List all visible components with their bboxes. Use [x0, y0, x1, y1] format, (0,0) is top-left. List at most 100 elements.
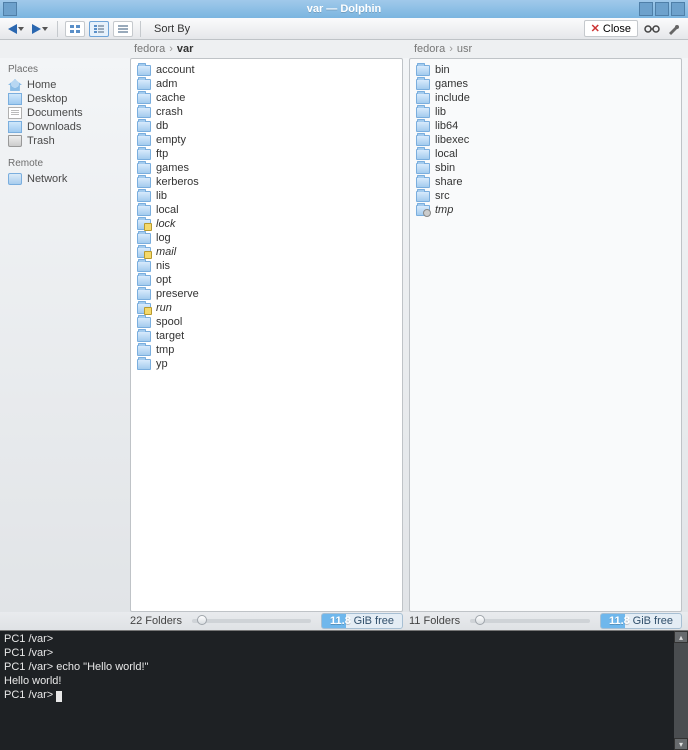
folder-item[interactable]: lib64	[416, 119, 675, 133]
sort-by-menu[interactable]: Sort By	[154, 23, 190, 35]
folder-item[interactable]: tmp	[416, 203, 675, 217]
zoom-thumb[interactable]	[197, 615, 207, 625]
folder-item[interactable]: adm	[137, 77, 396, 91]
folder-item[interactable]: nis	[137, 259, 396, 273]
pane-left: accountadmcachecrashdbempty ftpgameskerbe…	[130, 58, 403, 612]
folder-item[interactable]: share	[416, 175, 675, 189]
folder-name: lock	[156, 218, 176, 230]
folder-item[interactable]: libexec	[416, 133, 675, 147]
folder-item[interactable]: include	[416, 91, 675, 105]
sidebar-item-documents[interactable]: Documents	[6, 106, 124, 120]
folder-item[interactable]: preserve	[137, 287, 396, 301]
folder-name: target	[156, 330, 184, 342]
folder-item[interactable]: yp	[137, 357, 396, 371]
sidebar-item-label: Trash	[27, 135, 55, 147]
folder-item[interactable]: src	[416, 189, 675, 203]
window-close-button[interactable]	[671, 2, 685, 16]
folder-item[interactable]: empty	[137, 133, 396, 147]
zoom-slider-left[interactable]	[192, 619, 311, 623]
terminal-scrollbar[interactable]: ▴ ▾	[674, 631, 688, 750]
folder-name: lib	[156, 190, 167, 202]
desktop-icon	[8, 93, 22, 105]
folder-icon	[137, 359, 151, 370]
close-label: Close	[603, 23, 631, 35]
crumb-current[interactable]: usr	[457, 43, 472, 55]
folder-item[interactable]: cache	[137, 91, 396, 105]
zoom-thumb[interactable]	[475, 615, 485, 625]
folder-item[interactable]: lib	[137, 189, 396, 203]
sidebar-item-trash[interactable]: Trash	[6, 134, 124, 148]
folder-item[interactable]: target	[137, 329, 396, 343]
breadcrumb-left[interactable]: fedora › var	[130, 40, 410, 58]
breadcrumb-row: fedora › var fedora › usr	[0, 40, 688, 58]
settings-button[interactable]	[666, 22, 682, 36]
folder-item[interactable]: local	[416, 147, 675, 161]
folder-icon	[137, 163, 151, 174]
folder-item[interactable]: local	[137, 203, 396, 217]
maximize-button[interactable]	[655, 2, 669, 16]
folder-item[interactable]: lib	[416, 105, 675, 119]
close-icon: ✕	[591, 22, 600, 35]
view-details-button[interactable]	[113, 21, 133, 37]
breadcrumb-right[interactable]: fedora › usr	[410, 40, 688, 58]
folder-item[interactable]: run	[137, 301, 396, 315]
scroll-up-button[interactable]: ▴	[674, 631, 688, 643]
minimize-button[interactable]	[639, 2, 653, 16]
places-header: Places	[8, 64, 124, 75]
crumb-current[interactable]: var	[177, 43, 194, 55]
folder-item[interactable]: lock	[137, 217, 396, 231]
folder-name: yp	[156, 358, 168, 370]
forward-button[interactable]	[30, 23, 50, 35]
crumb-root[interactable]: fedora	[414, 43, 445, 55]
folder-item[interactable]: ftp	[137, 147, 396, 161]
scroll-track[interactable]	[674, 643, 688, 738]
status-count-left: 22 Folders	[130, 615, 182, 627]
folder-icon	[137, 65, 151, 76]
folder-icon	[416, 149, 430, 160]
chevron-right-icon: ›	[449, 43, 453, 55]
toolbar: Sort By ✕ Close	[0, 18, 688, 40]
sidebar-item-label: Home	[27, 79, 56, 91]
folder-item[interactable]: db	[137, 119, 396, 133]
doc-icon	[8, 107, 22, 119]
sidebar-item-desktop[interactable]: Desktop	[6, 92, 124, 106]
scroll-down-button[interactable]: ▾	[674, 738, 688, 750]
folder-item[interactable]: games	[416, 77, 675, 91]
zoom-slider-right[interactable]	[470, 619, 590, 623]
folder-item[interactable]: crash	[137, 105, 396, 119]
crumb-root[interactable]: fedora	[134, 43, 165, 55]
folder-name: crash	[156, 106, 183, 118]
folder-icon	[416, 79, 430, 90]
folder-name: ftp	[156, 148, 168, 160]
folder-name: run	[156, 302, 172, 314]
folder-icon	[416, 205, 430, 216]
folder-name: libexec	[435, 134, 469, 146]
back-button[interactable]	[6, 23, 26, 35]
app-icon	[3, 2, 17, 16]
folder-name: lib	[435, 106, 446, 118]
folder-item[interactable]: spool	[137, 315, 396, 329]
terminal[interactable]: PC1 /var> PC1 /var> PC1 /var> echo "Hell…	[0, 631, 674, 750]
folder-item[interactable]: tmp	[137, 343, 396, 357]
view-icons-button[interactable]	[65, 21, 85, 37]
folder-list-left[interactable]: accountadmcachecrashdbempty ftpgameskerbe…	[130, 58, 403, 612]
close-panel-button[interactable]: ✕ Close	[584, 20, 638, 37]
sidebar-item-home[interactable]: Home	[6, 78, 124, 92]
find-button[interactable]	[644, 22, 660, 36]
folder-item[interactable]: mail	[137, 245, 396, 259]
folder-item[interactable]: sbin	[416, 161, 675, 175]
sidebar-item-downloads[interactable]: Downloads	[6, 120, 124, 134]
folder-item[interactable]: kerberos	[137, 175, 396, 189]
sidebar-item-label: Desktop	[27, 93, 67, 105]
folder-list-right[interactable]: bingamesincludeliblib64libexeclocalsbins…	[409, 58, 682, 612]
folder-item[interactable]: opt	[137, 273, 396, 287]
folder-name: empty	[156, 134, 186, 146]
chevron-right-icon: ›	[169, 43, 173, 55]
view-compact-button[interactable]	[89, 21, 109, 37]
folder-item[interactable]: account	[137, 63, 396, 77]
sidebar-item-network[interactable]: Network	[6, 172, 124, 186]
folder-item[interactable]: bin	[416, 63, 675, 77]
folder-item[interactable]: log	[137, 231, 396, 245]
separator	[57, 21, 58, 37]
folder-item[interactable]: games	[137, 161, 396, 175]
